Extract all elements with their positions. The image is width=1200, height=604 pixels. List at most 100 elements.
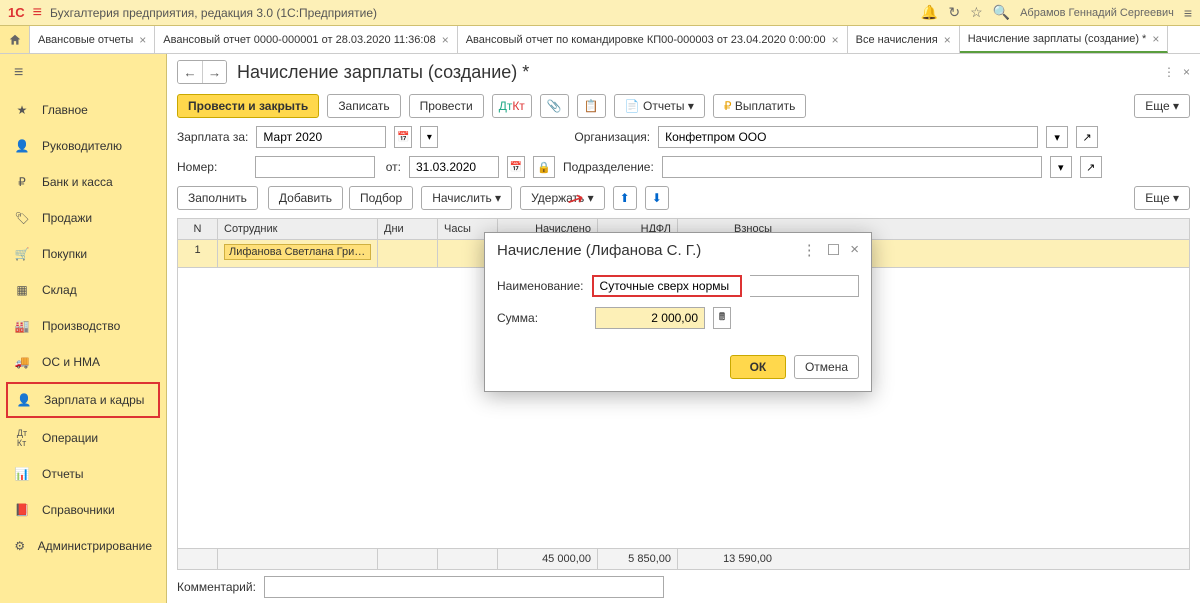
calendar-icon[interactable]: 📅 xyxy=(394,126,412,148)
tab-3[interactable]: Все начисления× xyxy=(848,26,960,53)
tabs-row: Авансовые отчеты× Авансовый отчет 0000-0… xyxy=(0,26,1200,54)
sidebar-item-label: Операции xyxy=(42,431,98,445)
more-icon[interactable]: ⋮ xyxy=(1163,65,1175,79)
template-button[interactable]: 📋 xyxy=(577,94,606,118)
sidebar-item-zarplata[interactable]: 👤Зарплата и кадры xyxy=(6,382,160,418)
close-icon[interactable]: × xyxy=(944,33,951,47)
sidebar-item-label: Производство xyxy=(42,319,120,333)
sidebar-toggle[interactable]: ≡ xyxy=(0,54,166,92)
close-icon[interactable]: × xyxy=(832,33,839,47)
truck-icon: 🚚 xyxy=(14,354,30,370)
dialog-close-icon[interactable]: × xyxy=(850,241,859,259)
back-button[interactable]: ← xyxy=(178,61,202,83)
sidebar-item-label: Справочники xyxy=(42,503,115,517)
period-input[interactable] xyxy=(256,126,386,148)
sidebar-item-rukovoditel[interactable]: 👤Руководителю xyxy=(0,128,166,164)
comment-input[interactable] xyxy=(264,576,664,598)
search-icon[interactable]: 🔍 xyxy=(993,4,1010,21)
bell-icon[interactable]: 🔔 xyxy=(921,4,938,21)
tab-1[interactable]: Авансовый отчет 0000-000001 от 28.03.202… xyxy=(155,26,457,53)
name-input[interactable] xyxy=(592,275,742,297)
move-up-button[interactable]: ⬆ xyxy=(613,186,637,210)
org-dropdown-icon[interactable]: ▾ xyxy=(1046,126,1068,148)
dept-dropdown-icon[interactable]: ▾ xyxy=(1050,156,1072,178)
cell-emp[interactable]: Лифанова Светлана Григ... xyxy=(218,240,378,267)
cancel-button[interactable]: Отмена xyxy=(794,355,859,379)
person-icon: 👤 xyxy=(16,392,32,408)
reports-button[interactable]: 📄 Отчеты ▾ xyxy=(614,94,705,118)
home-icon xyxy=(8,33,22,47)
sidebar-item-otchety[interactable]: 📊Отчеты xyxy=(0,456,166,492)
col-n[interactable]: N xyxy=(178,219,218,239)
sum-label: Сумма: xyxy=(497,311,587,325)
calendar-icon[interactable]: 📅 xyxy=(507,156,525,178)
run-close-button[interactable]: Провести и закрыть xyxy=(177,94,319,118)
withhold-button[interactable]: Удержать ▾ xyxy=(520,186,605,210)
dialog-max-icon[interactable]: ☐ xyxy=(827,241,840,259)
home-tab[interactable] xyxy=(0,26,30,53)
comment-row: Комментарий: xyxy=(167,570,1200,604)
sidebar-item-proizvodstvo[interactable]: 🏭Производство xyxy=(0,308,166,344)
history-icon[interactable]: ↻ xyxy=(948,4,960,21)
lock-icon[interactable]: 🔒 xyxy=(533,156,555,178)
warehouse-icon: ▦ xyxy=(14,282,30,298)
dept-open-icon[interactable]: ↗ xyxy=(1080,156,1102,178)
forward-button[interactable]: → xyxy=(202,61,226,83)
close-icon[interactable]: × xyxy=(1183,65,1190,79)
run-button[interactable]: Провести xyxy=(409,94,484,118)
dialog-footer: ОК Отмена xyxy=(485,347,871,391)
sidebar-item-spravochniki[interactable]: 📕Справочники xyxy=(0,492,166,528)
write-button[interactable]: Записать xyxy=(327,94,400,118)
sidebar-item-operacii[interactable]: ДтКт Операции xyxy=(0,420,166,456)
dtkt-button[interactable]: ДтКт xyxy=(492,94,532,118)
menu-icon[interactable]: ≡ xyxy=(1184,5,1192,21)
hamburger-icon[interactable]: ≡ xyxy=(33,4,42,22)
col-emp[interactable]: Сотрудник xyxy=(218,219,378,239)
sidebar-item-bank[interactable]: ₽Банк и касса xyxy=(0,164,166,200)
move-down-button[interactable]: ⬇ xyxy=(645,186,669,210)
pick-button[interactable]: Подбор xyxy=(349,186,413,210)
col-days[interactable]: Дни xyxy=(378,219,438,239)
table-more-button[interactable]: Еще ▾ xyxy=(1134,186,1190,210)
cell-days xyxy=(378,240,438,267)
fill-button[interactable]: Заполнить xyxy=(177,186,258,210)
tab-4[interactable]: Начисление зарплаты (создание) *× xyxy=(960,26,1169,53)
dialog-more-icon[interactable]: ⋮ xyxy=(802,241,817,259)
sidebar-item-label: Склад xyxy=(42,283,77,297)
pay-button[interactable]: ₽ Выплатить xyxy=(713,94,806,118)
date-input[interactable] xyxy=(409,156,499,178)
sidebar-item-admin[interactable]: ⚙Администрирование xyxy=(0,528,166,564)
accrue-button[interactable]: Начислить ▾ xyxy=(421,186,512,210)
chart-icon: 📊 xyxy=(14,466,30,482)
ok-button[interactable]: ОК xyxy=(730,355,786,379)
dept-input[interactable] xyxy=(662,156,1042,178)
tab-0[interactable]: Авансовые отчеты× xyxy=(30,26,155,53)
period-dropdown-icon[interactable]: ▾ xyxy=(420,126,438,148)
sidebar-item-os[interactable]: 🚚ОС и НМА xyxy=(0,344,166,380)
more-button[interactable]: Еще ▾ xyxy=(1134,94,1190,118)
org-input[interactable] xyxy=(658,126,1038,148)
sum-input[interactable] xyxy=(595,307,705,329)
attach-button[interactable]: 📎 xyxy=(540,94,569,118)
org-open-icon[interactable]: ↗ xyxy=(1076,126,1098,148)
calculator-icon[interactable]: 🖩 xyxy=(713,307,731,329)
sidebar-item-sklad[interactable]: ▦ Склад xyxy=(0,272,166,308)
number-input[interactable] xyxy=(255,156,375,178)
name-input-ext[interactable] xyxy=(750,275,859,297)
sidebar-item-prodazhi[interactable]: 🏷Продажи xyxy=(0,200,166,236)
tab-2[interactable]: Авансовый отчет по командировке КП00-000… xyxy=(458,26,848,53)
sidebar-item-glavnoe[interactable]: ★Главное xyxy=(0,92,166,128)
page-title: Начисление зарплаты (создание) * xyxy=(237,62,529,83)
cart-icon: 🛒 xyxy=(14,246,30,262)
add-button[interactable]: Добавить xyxy=(268,186,343,210)
close-icon[interactable]: × xyxy=(139,33,146,47)
total-accr: 45 000,00 xyxy=(498,549,598,569)
star-icon[interactable]: ☆ xyxy=(970,4,983,21)
logo-1c: 1C xyxy=(8,5,25,20)
close-icon[interactable]: × xyxy=(1152,32,1159,46)
nav-buttons: ← → xyxy=(177,60,227,84)
close-icon[interactable]: × xyxy=(442,33,449,47)
sidebar-item-pokupki[interactable]: 🛒Покупки xyxy=(0,236,166,272)
user-name[interactable]: Абрамов Геннадий Сергеевич xyxy=(1020,7,1174,19)
dtkt-icon: ДтКт xyxy=(14,430,30,446)
